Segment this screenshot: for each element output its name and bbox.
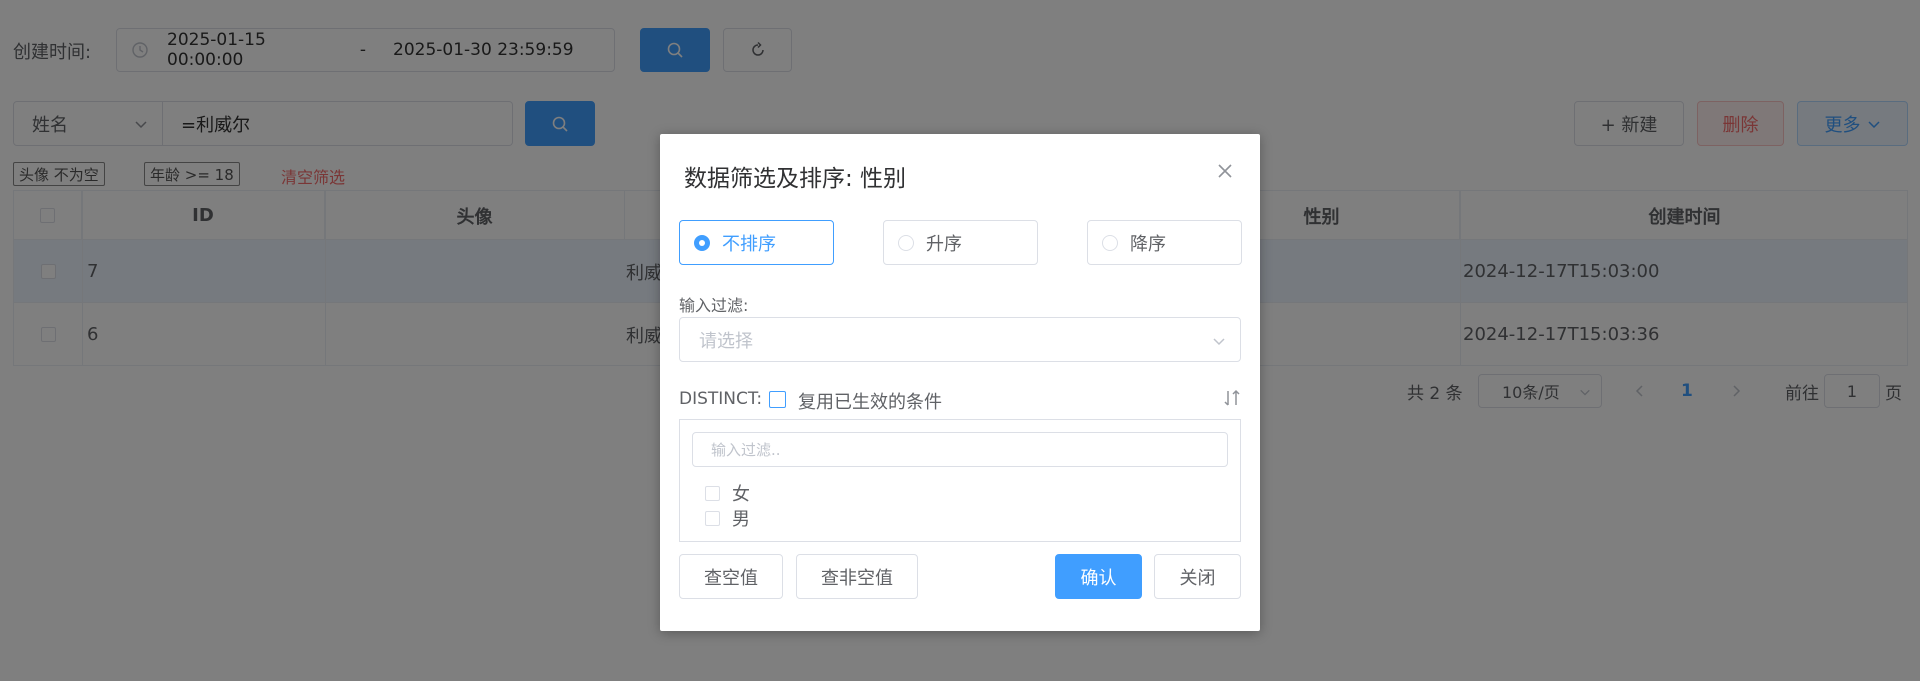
reuse-conditions-label[interactable]: 复用已生效的条件 xyxy=(798,388,942,414)
value-checkbox[interactable] xyxy=(705,485,720,501)
list-item[interactable]: 女 xyxy=(705,482,750,505)
value-label: 男 xyxy=(732,509,750,530)
filter-select[interactable]: 请选择 xyxy=(679,317,1241,362)
radio-label: 不排序 xyxy=(722,233,776,255)
value-checkbox[interactable] xyxy=(705,510,720,526)
chevron-down-icon xyxy=(1213,338,1225,346)
distinct-values-box: 输入过滤.. 女 男 xyxy=(679,419,1241,542)
radio-icon xyxy=(1102,234,1118,251)
radio-label: 降序 xyxy=(1130,233,1166,255)
value-label: 女 xyxy=(732,484,750,505)
query-null-button[interactable]: 查空值 xyxy=(679,554,783,599)
radio-checked-icon xyxy=(694,234,710,251)
filter-label: 输入过滤: xyxy=(679,296,749,315)
radio-ascending[interactable]: 升序 xyxy=(883,220,1038,265)
confirm-button[interactable]: 确认 xyxy=(1055,554,1142,599)
sort-toggle-icon[interactable] xyxy=(1223,388,1241,408)
radio-no-sort[interactable]: 不排序 xyxy=(679,220,834,265)
reuse-conditions-checkbox[interactable] xyxy=(769,391,786,408)
radio-descending[interactable]: 降序 xyxy=(1087,220,1242,265)
close-button[interactable]: 关闭 xyxy=(1154,554,1241,599)
filter-select-placeholder: 请选择 xyxy=(699,330,753,352)
radio-icon xyxy=(898,234,914,251)
filter-sort-dialog: 数据筛选及排序: 性别 不排序 升序 降序 输入过滤: 请选择 DISTINCT… xyxy=(660,134,1260,631)
list-item[interactable]: 男 xyxy=(705,507,750,530)
list-filter-placeholder: 输入过滤.. xyxy=(711,441,781,459)
distinct-label: DISTINCT: xyxy=(679,389,763,409)
dialog-title: 数据筛选及排序: 性别 xyxy=(684,166,907,192)
list-filter-input[interactable]: 输入过滤.. xyxy=(692,432,1228,467)
radio-label: 升序 xyxy=(926,233,962,255)
query-not-null-button[interactable]: 查非空值 xyxy=(796,554,918,599)
close-icon[interactable] xyxy=(1215,161,1235,181)
